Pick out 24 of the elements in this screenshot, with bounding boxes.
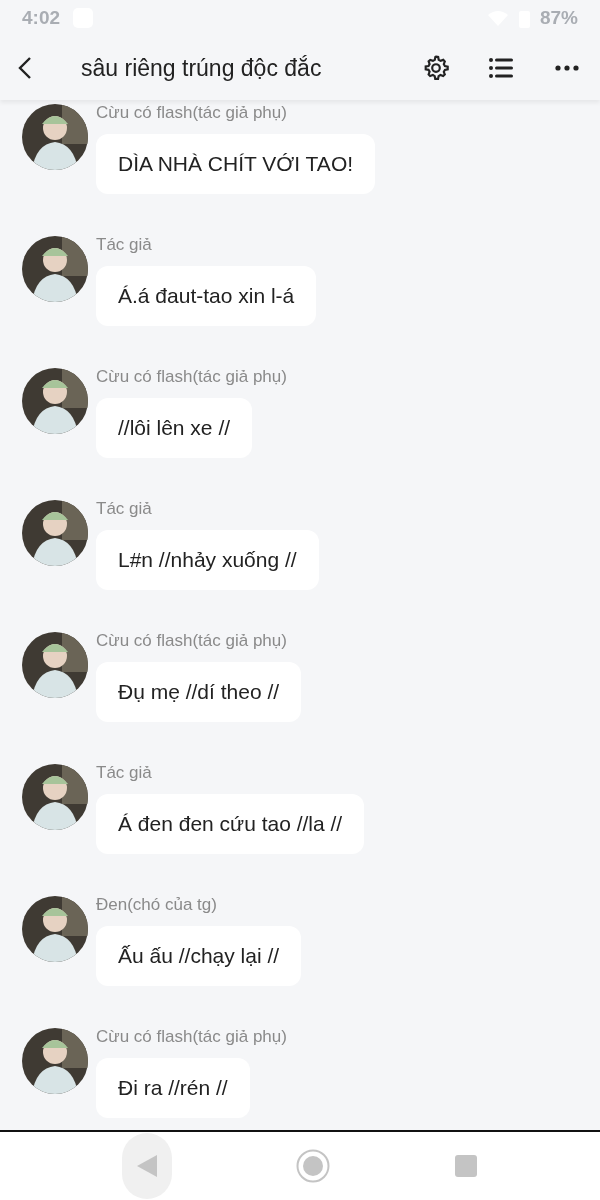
battery-percentage: 87% — [539, 5, 578, 30]
author-name: Tác giả — [96, 234, 152, 256]
author-name: Cừu có flash(tác giả phụ) — [96, 630, 287, 652]
message-bubble: L#n //nhảy xuống // — [96, 530, 319, 590]
author-name: Đen(chó của tg) — [96, 894, 217, 916]
back-triangle-icon — [136, 1154, 158, 1178]
status-time: 4:02 — [22, 5, 61, 30]
author-name: Cừu có flash(tác giả phụ) — [96, 1026, 287, 1048]
chapter-title: sâu riêng trúng độc đắc — [81, 53, 323, 83]
message-bubble: //lôi lên xe // — [96, 398, 253, 458]
list-icon[interactable] — [489, 58, 513, 78]
message-bubble: Á.á đaut-tao xin l-á — [96, 266, 317, 326]
back-chevron-icon — [18, 56, 32, 80]
author-name: Tác giả — [96, 762, 152, 784]
message-bubble: Ấu ấu //chạy lại // — [96, 926, 302, 986]
author-name: Cừu có flash(tác giả phụ) — [96, 366, 287, 388]
settings-icon[interactable] — [423, 55, 449, 81]
author-name: Tác giả — [96, 498, 152, 520]
message-bubble: Đụ mẹ //dí theo // — [96, 662, 302, 722]
message-bubble: DÌA NHÀ CHÍT VỚI TAO! — [96, 134, 376, 194]
more-icon[interactable] — [555, 65, 579, 71]
author-name: Cừu có flash(tác giả phụ) — [96, 102, 287, 124]
message-bubble: Đi ra //rén // — [96, 1058, 250, 1118]
message-bubble: Á đen đen cứu tao //la // — [96, 794, 365, 854]
